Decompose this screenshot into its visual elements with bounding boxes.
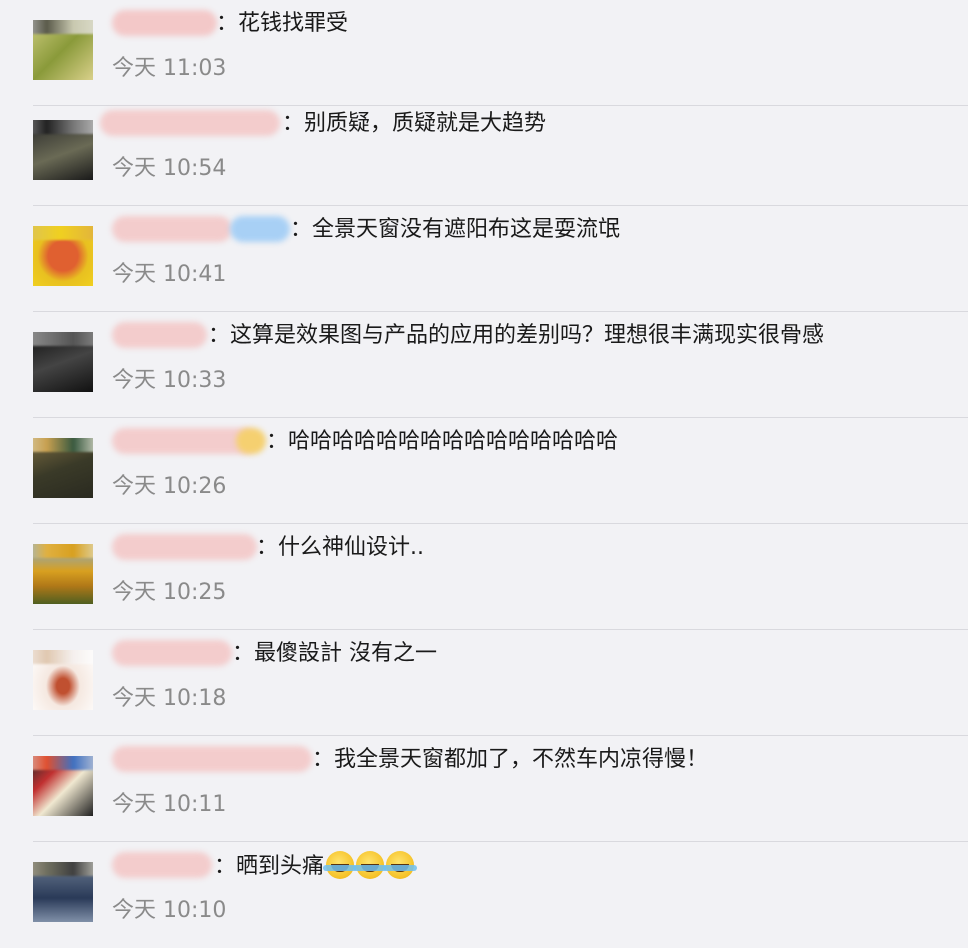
comment-text: ：哈哈哈哈哈哈哈哈哈哈哈哈哈哈哈	[266, 429, 619, 454]
user-avatar[interactable]	[33, 862, 93, 922]
comment-timestamp: 今天 10:33	[112, 368, 227, 393]
comment-item: ：我全景天窗都加了，不然车内凉得慢！ 今天 10:11	[0, 736, 968, 842]
comment-list: ：花钱找罪受 今天 11:03 ：别质疑，质疑就是大趋势 今天 10:54 ：全…	[0, 0, 968, 930]
comment-item: ：全景天窗没有遮阳布这是耍流氓 今天 10:41	[0, 206, 968, 312]
user-avatar[interactable]	[33, 650, 93, 710]
comment-item: ：哈哈哈哈哈哈哈哈哈哈哈哈哈哈哈 今天 10:26	[0, 418, 968, 524]
username-blurred[interactable]	[100, 110, 280, 136]
user-avatar[interactable]	[33, 332, 93, 392]
user-avatar[interactable]	[33, 20, 93, 80]
username-blurred[interactable]	[112, 216, 232, 242]
comment-item: ：什么神仙设计.. 今天 10:25	[0, 524, 968, 630]
comment-text: ：别质疑，质疑就是大趋势	[282, 111, 547, 136]
username-blurred[interactable]	[112, 534, 257, 560]
user-avatar[interactable]	[33, 226, 93, 286]
user-avatar[interactable]	[33, 544, 93, 604]
user-avatar[interactable]	[33, 120, 93, 180]
username-blurred[interactable]	[230, 216, 290, 242]
comment-timestamp: 今天 10:18	[112, 686, 227, 711]
comment-text: ：这算是效果图与产品的应用的差别吗？理想很丰满现实很骨感	[208, 323, 825, 348]
comment-text: ：花钱找罪受	[216, 11, 349, 36]
comment-item: ：别质疑，质疑就是大趋势 今天 10:54	[0, 100, 968, 206]
laughing-crying-emoji-icon	[353, 851, 388, 879]
username-blurred[interactable]	[112, 852, 212, 878]
comment-timestamp: 今天 10:41	[112, 262, 227, 287]
comment-timestamp: 今天 10:11	[112, 792, 227, 817]
comment-text-body: ：晒到头痛	[214, 854, 325, 879]
comment-text: ：什么神仙设计..	[256, 535, 424, 560]
laughing-crying-emoji-icon	[323, 851, 358, 879]
user-avatar[interactable]	[33, 438, 93, 498]
username-blurred[interactable]	[112, 640, 232, 666]
laughing-crying-emoji-icon	[383, 851, 418, 879]
comment-text: ：全景天窗没有遮阳布这是耍流氓	[290, 217, 621, 242]
comment-timestamp: 今天 10:25	[112, 580, 227, 605]
comment-item: ：晒到头痛 今天 10:10	[0, 842, 968, 948]
comment-item: ：最傻設計 沒有之一 今天 10:18	[0, 630, 968, 736]
comment-text: ：我全景天窗都加了，不然车内凉得慢！	[312, 747, 709, 772]
comment-timestamp: 今天 10:10	[112, 898, 227, 923]
username-blurred[interactable]	[112, 10, 217, 36]
user-avatar[interactable]	[33, 756, 93, 816]
comment-timestamp: 今天 10:26	[112, 474, 227, 499]
username-blurred[interactable]	[236, 428, 266, 454]
username-blurred[interactable]	[112, 746, 312, 772]
comment-timestamp: 今天 10:54	[112, 156, 227, 181]
username-blurred[interactable]	[112, 322, 207, 348]
comment-text: ：晒到头痛	[214, 851, 418, 882]
comment-item: ：这算是效果图与产品的应用的差别吗？理想很丰满现实很骨感 今天 10:33	[0, 312, 968, 418]
comment-timestamp: 今天 11:03	[112, 56, 227, 81]
comment-text: ：最傻設計 沒有之一	[232, 641, 437, 666]
comment-item: ：花钱找罪受 今天 11:03	[0, 0, 968, 106]
